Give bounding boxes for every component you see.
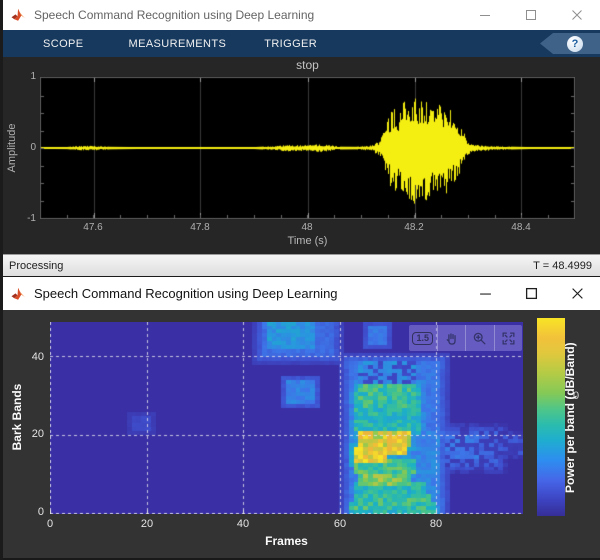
time-readout: T = 48.4999 <box>533 260 592 272</box>
minimize-button[interactable] <box>462 0 508 30</box>
y-tick: 0 <box>8 142 36 153</box>
help-button[interactable]: ? <box>540 33 600 54</box>
zoom-in-icon <box>472 331 487 346</box>
colorbar <box>537 318 565 516</box>
minimize-button[interactable] <box>462 277 508 310</box>
x-axis-label: Frames <box>50 534 523 548</box>
x-tick: 48 <box>285 222 329 233</box>
spectrogram-title-bar[interactable]: Speech Command Recognition using Deep Le… <box>3 277 600 310</box>
scope-window: Speech Command Recognition using Deep Le… <box>3 0 600 276</box>
tab-trigger[interactable]: TRIGGER <box>264 38 317 50</box>
scale-1.5-icon: 1.5 <box>412 332 433 345</box>
x-tick: 0 <box>30 518 70 530</box>
x-tick: 47.6 <box>71 222 115 233</box>
axes-toolbar: 1.5 <box>409 325 522 351</box>
close-button[interactable] <box>554 277 600 310</box>
pan-button[interactable] <box>437 325 466 351</box>
x-tick: 80 <box>416 518 456 530</box>
help-icon: ? <box>567 36 583 52</box>
spectrogram-figure: 1.5 40 20 0 0 20 40 <box>3 310 600 560</box>
x-tick: 40 <box>223 518 263 530</box>
scope-figure: stop Amplitude 1 0 -1 47.6 47.8 48 48.2 … <box>3 57 600 254</box>
colorbar-label: Power per band (dB/Band) <box>563 320 599 516</box>
plot-title: stop <box>40 58 575 72</box>
matlab-icon <box>10 286 27 302</box>
scope-title-bar[interactable]: Speech Command Recognition using Deep Le… <box>3 0 600 30</box>
maximize-button[interactable] <box>508 277 554 310</box>
status-text: Processing <box>9 260 63 272</box>
y-tick: 1 <box>8 71 36 82</box>
tab-scope[interactable]: SCOPE <box>43 38 84 50</box>
fit-view-button[interactable] <box>494 325 523 351</box>
y-tick: -1 <box>8 213 36 224</box>
matlab-icon <box>10 7 27 23</box>
window-title: Speech Command Recognition using Deep Le… <box>34 8 314 22</box>
fit-view-icon <box>501 331 516 346</box>
window-title: Speech Command Recognition using Deep Le… <box>34 286 338 301</box>
scope-toolbar: SCOPE MEASUREMENTS TRIGGER ? <box>3 30 600 58</box>
x-tick: 20 <box>127 518 167 530</box>
pan-hand-icon <box>444 331 459 346</box>
scope-status-bar: Processing T = 48.4999 <box>3 254 600 276</box>
y-axis-label: Bark Bands <box>10 377 24 457</box>
spectrogram-window: Speech Command Recognition using Deep Le… <box>3 277 600 560</box>
x-tick: 47.8 <box>178 222 222 233</box>
x-tick: 60 <box>320 518 360 530</box>
maximize-button[interactable] <box>508 0 554 30</box>
y-tick: 0 <box>14 506 44 518</box>
x-tick: 48.2 <box>392 222 436 233</box>
waveform-plot[interactable] <box>40 77 575 219</box>
tab-measurements[interactable]: MEASUREMENTS <box>129 38 227 50</box>
close-button[interactable] <box>554 0 600 30</box>
x-tick: 48.4 <box>499 222 543 233</box>
y-tick: 40 <box>14 351 44 363</box>
zoom-in-button[interactable] <box>465 325 494 351</box>
scale-1.5-button[interactable]: 1.5 <box>409 325 437 351</box>
x-axis-label: Time (s) <box>40 235 575 247</box>
